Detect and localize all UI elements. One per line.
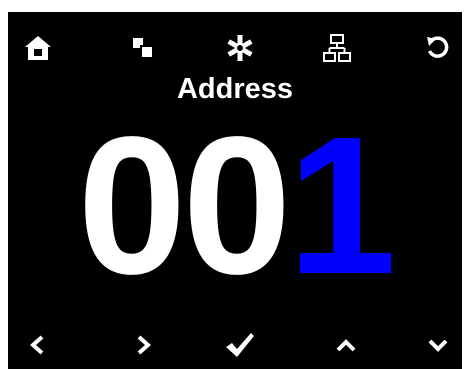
asterisk-icon	[227, 35, 253, 61]
home-icon	[25, 36, 51, 60]
confirm-button[interactable]	[222, 327, 258, 363]
network-icon	[323, 34, 351, 62]
device-screen: Address 0 0 1	[8, 12, 462, 369]
address-digit-3[interactable]: 1	[288, 108, 397, 304]
address-digit-2[interactable]: 0	[182, 108, 291, 304]
previous-button[interactable]	[20, 327, 56, 363]
network-button[interactable]	[319, 30, 355, 66]
chevron-left-icon	[29, 335, 44, 355]
copy-button[interactable]	[125, 30, 161, 66]
chevron-up-icon	[336, 339, 356, 352]
chevron-right-icon	[137, 335, 152, 355]
bottom-toolbar	[8, 327, 462, 363]
increment-button[interactable]	[328, 327, 364, 363]
chevron-down-icon	[428, 339, 448, 352]
checkmark-icon	[226, 333, 254, 357]
next-button[interactable]	[125, 327, 161, 363]
copy-icon	[133, 38, 154, 59]
undo-button[interactable]	[420, 30, 456, 66]
home-button[interactable]	[20, 30, 56, 66]
undo-icon	[427, 36, 449, 58]
decrement-button[interactable]	[420, 327, 456, 363]
address-display: 0 0 1	[8, 108, 462, 304]
top-toolbar	[8, 30, 462, 66]
address-digit-1[interactable]: 0	[77, 108, 186, 304]
settings-button[interactable]	[222, 30, 258, 66]
